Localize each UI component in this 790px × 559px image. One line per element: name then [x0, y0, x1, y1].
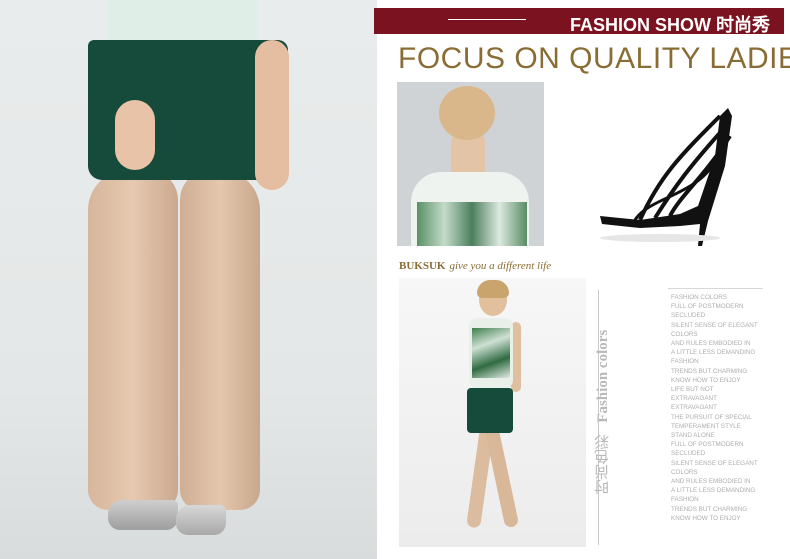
description-line: A LITTLE LESS DEMANDING [671, 487, 756, 495]
leg-two [484, 427, 520, 529]
leaf-print [417, 202, 527, 246]
description-line: FASHION [671, 496, 699, 504]
headline: FOCUS ON QUALITY LADIES [398, 42, 790, 75]
description-column: FASHION COLORS FULL OF POSTMODERN SECLUDED… [671, 293, 786, 523]
description-line: AND RULES EMBODIED IN [671, 478, 751, 486]
description-line: SECLUDED [671, 312, 706, 320]
description-line: SECLUDED [671, 450, 706, 458]
vertical-title: 时尚色彩 Fashion colors [592, 330, 613, 495]
description-line: FASHION [671, 358, 699, 366]
banner-text-wrap: FASHION SHOW 时尚秀 [374, 8, 784, 35]
vertical-title-english: Fashion colors [595, 330, 611, 423]
description-line: KNOW HOW TO ENJOY [671, 514, 741, 522]
description-line: TRENDS BUT CHARMING [671, 505, 748, 513]
description-line: FULL OF POSTMODERN [671, 303, 744, 311]
vertical-title-chinese: 时尚色彩 [595, 434, 611, 495]
shorts [467, 388, 513, 433]
brand-slogan: give you a different life [449, 260, 552, 272]
description-line: THE PURSUIT OF SPECIAL [671, 413, 752, 421]
left-silver-shoe [108, 500, 178, 530]
description-line: SILENT SENSE OF ELEGANT [671, 321, 758, 329]
description-line: EXTRAVAGANT [671, 395, 717, 403]
description-line: KNOW HOW TO ENJOY [671, 376, 741, 384]
right-arm [255, 40, 289, 190]
brand-name: BUKSUK [399, 260, 446, 272]
description-line: AND RULES EMBODIED IN [671, 340, 751, 348]
black-sandal-image [600, 108, 732, 246]
description-line: TRENDS BUT CHARMING [671, 367, 748, 375]
description-line: COLORS [671, 330, 698, 338]
banner-title: FASHION SHOW 时尚秀 [569, 15, 770, 35]
left-hand [115, 100, 155, 170]
right-silver-shoe [176, 505, 226, 535]
description-line: COLORS [671, 468, 698, 476]
description-line: STAND ALONE [671, 432, 715, 440]
description-line: LIFE BUT NOT [671, 386, 714, 394]
description-line: FASHION COLORS [671, 294, 727, 301]
hair [477, 280, 509, 298]
left-leg [88, 170, 178, 510]
right-leg [180, 170, 260, 510]
description-line: SILENT SENSE OF ELEGANT [671, 459, 758, 467]
description-line: FULL OF POSTMODERN [671, 441, 744, 449]
brand-line: BUKSUK give you a different life [399, 260, 551, 272]
back-view-photo [397, 82, 544, 246]
main-product-photo [0, 0, 377, 559]
text-divider [668, 288, 763, 289]
description-line: A LITTLE LESS DEMANDING [671, 349, 756, 357]
description-line: TEMPERAMENT STYLE [671, 422, 741, 430]
description-line: EXTRAVAGANT [671, 404, 717, 412]
hair-bun [439, 86, 495, 140]
full-body-photo [399, 278, 586, 547]
top-print [472, 328, 510, 378]
